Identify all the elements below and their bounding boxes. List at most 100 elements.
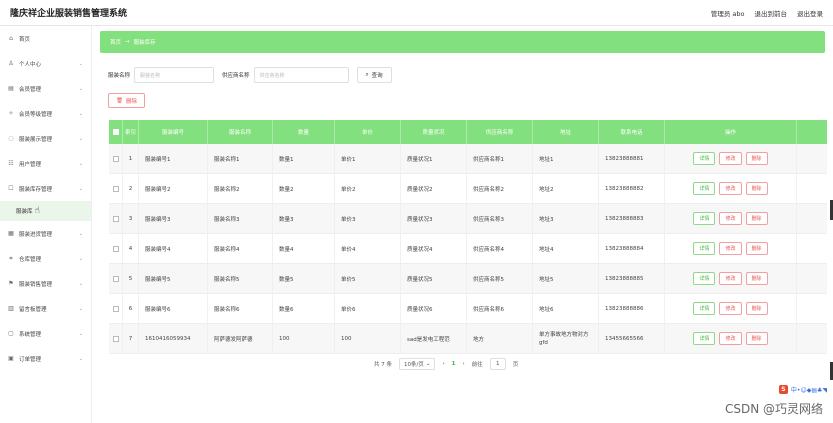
edit-button[interactable]: 修改 [719,182,742,195]
column-header[interactable]: 联系电话 [599,120,665,144]
sidebar-item-label: 服装进货管理 [19,231,53,238]
edit-button[interactable]: 修改 [719,272,742,285]
delete-button[interactable]: 删除 [745,332,768,345]
delete-button[interactable]: 删除 [745,302,768,315]
table-row: 3 服装编号3 服装名称3 数量3 单价3 质量状况3 供应商名称3 地址3 138238888… [109,204,827,234]
detail-button[interactable]: 详情 [693,302,716,315]
table-cell: 单价4 [335,234,401,263]
row-actions: 详情 修改 删除 [665,204,797,233]
delete-button[interactable]: 删除 [745,212,768,225]
supplier-search-input[interactable]: 供应商名称 [253,67,349,83]
table-cell: 服装编号6 [139,294,208,323]
sidebar-item-label: 仓库管理 [19,256,42,263]
delete-button[interactable]: 删除 [745,272,768,285]
prev-page-button[interactable]: ‹ [442,361,444,367]
detail-button[interactable]: 详情 [693,332,716,345]
row-checkbox[interactable] [109,144,123,173]
row-checkbox[interactable] [109,174,123,203]
delete-button[interactable]: 删除 [745,152,768,165]
delete-button[interactable]: 删除 [745,182,768,195]
chevron-down-icon: ⌄ [78,230,83,237]
sidebar-subitem-inventory[interactable]: 服装库 ☝ [0,201,91,221]
sidebar-item-a5[interactable]: ☷ 用户管理 ⌄ [0,151,91,176]
batch-delete-label: 删除 [125,98,137,105]
table-cell: 阿萨德发阿萨德 [208,324,273,353]
sidebar-item-b2[interactable]: ⚑ 服装销售管理 ⌄ [0,271,91,296]
column-header[interactable]: 服装名称 [208,120,273,144]
sidebar-item-b5[interactable]: ▣ 订单管理 ⌄ [0,346,91,371]
sidebar-item-b1[interactable]: ⌗ 仓库管理 ⌄ [0,246,91,271]
edit-button[interactable]: 修改 [719,242,742,255]
sidebar-item-a0[interactable]: ⌂ 首页 [0,26,91,51]
column-header[interactable]: 服装编号 [139,120,208,144]
table-cell: 6 [123,294,139,323]
table-cell: 7 [123,324,139,353]
name-search-input[interactable]: 服装名称 [134,67,215,83]
member-icon: ▤ [8,85,14,92]
column-header[interactable]: 质量状况 [401,120,467,144]
edit-button[interactable]: 修改 [719,332,742,345]
page-size-value: 10条/页 [404,362,424,368]
page-unit-label: 页 [512,362,519,368]
table-cell: 供应商名称4 [467,234,533,263]
table-cell: 3 [123,204,139,233]
delete-button[interactable]: 删除 [745,242,768,255]
sidebar-item-a3[interactable]: ✧ 会员等级管理 ⌄ [0,101,91,126]
table-cell: 服装名称1 [208,144,273,173]
current-page[interactable]: 1 [452,361,456,367]
column-header[interactable]: 数量 [273,120,335,144]
table-cell: 地址5 [533,264,599,293]
supplier-search-label: 供应商名称 [222,73,250,79]
row-checkbox[interactable] [109,204,123,233]
row-checkbox[interactable] [109,264,123,293]
next-page-button[interactable]: › [463,361,465,367]
table-cell: 13823888881 [599,144,665,173]
home-icon: ⌂ [9,35,13,42]
breadcrumb-home[interactable]: 首页 [110,38,121,46]
edit-button[interactable]: 修改 [719,152,742,165]
detail-button[interactable]: 详情 [693,272,716,285]
sidebar-item-b3[interactable]: ▥ 留言板管理 ⌄ [0,296,91,321]
logout-link[interactable]: 退出登录 [797,8,823,18]
row-checkbox[interactable] [109,294,123,323]
table-cell: 单价2 [335,174,401,203]
detail-button[interactable]: 详情 [693,212,716,225]
sidebar-item-a6[interactable]: ☐ 服装库存管理 ⌄ [0,176,91,201]
query-button[interactable]: ⌕ 查询 [356,67,392,83]
table-cell: sad是发电工程范 [401,324,467,353]
page-size-select[interactable]: 10条/页 ⌄ [399,358,436,370]
edit-button[interactable]: 修改 [719,212,742,225]
detail-button[interactable]: 详情 [693,152,716,165]
breadcrumb: 首页 → 服装库存 [100,31,825,53]
checkbox-icon [112,155,119,162]
sidebar-item-label: 会员管理 [19,86,42,93]
goto-page-input[interactable]: 1 [489,358,506,370]
input-method-icon[interactable]: S [778,385,788,394]
sidebar-item-b4[interactable]: ▢ 系统管理 ⌄ [0,321,91,346]
column-header[interactable]: 供应商名称 [467,120,533,144]
main-content: 首页 → 服装库存 服装名称 服装名称 供应商名称 供应商名称 ⌕ 查询 🗑 删… [92,26,833,423]
detail-button[interactable]: 详情 [693,182,716,195]
batch-delete-button[interactable]: 🗑 删除 [108,93,145,108]
table-cell: 服装名称4 [208,234,273,263]
app-title: 隆庆祥企业服装销售管理系统 [10,9,128,19]
row-checkbox[interactable] [109,324,123,353]
select-all-checkbox[interactable] [109,120,123,144]
sidebar-item-a1[interactable]: ♙ 个人中心 ⌄ [0,51,91,76]
column-header[interactable]: 单价 [335,120,401,144]
row-actions: 详情 修改 删除 [665,144,797,173]
column-header[interactable]: 索引 [123,120,139,144]
back-to-front-link[interactable]: 退出到前台 [755,8,788,18]
sidebar-item-label: 首页 [19,36,31,43]
row-checkbox[interactable] [109,234,123,263]
sidebar-item-b0[interactable]: ▦ 服装进货管理 ⌄ [0,221,91,246]
edit-button[interactable]: 修改 [719,302,742,315]
detail-button[interactable]: 详情 [693,242,716,255]
table-cell: 4 [123,234,139,263]
sidebar-item-a4[interactable]: ◌ 服装展示管理 ⌄ [0,126,91,151]
table-cell: 服装名称5 [208,264,273,293]
table-cell: 质量状况6 [401,294,467,323]
sidebar-item-a2[interactable]: ▤ 会员管理 ⌄ [0,76,91,101]
column-header[interactable]: 地址 [533,120,599,144]
table-cell: 质量状况1 [401,144,467,173]
